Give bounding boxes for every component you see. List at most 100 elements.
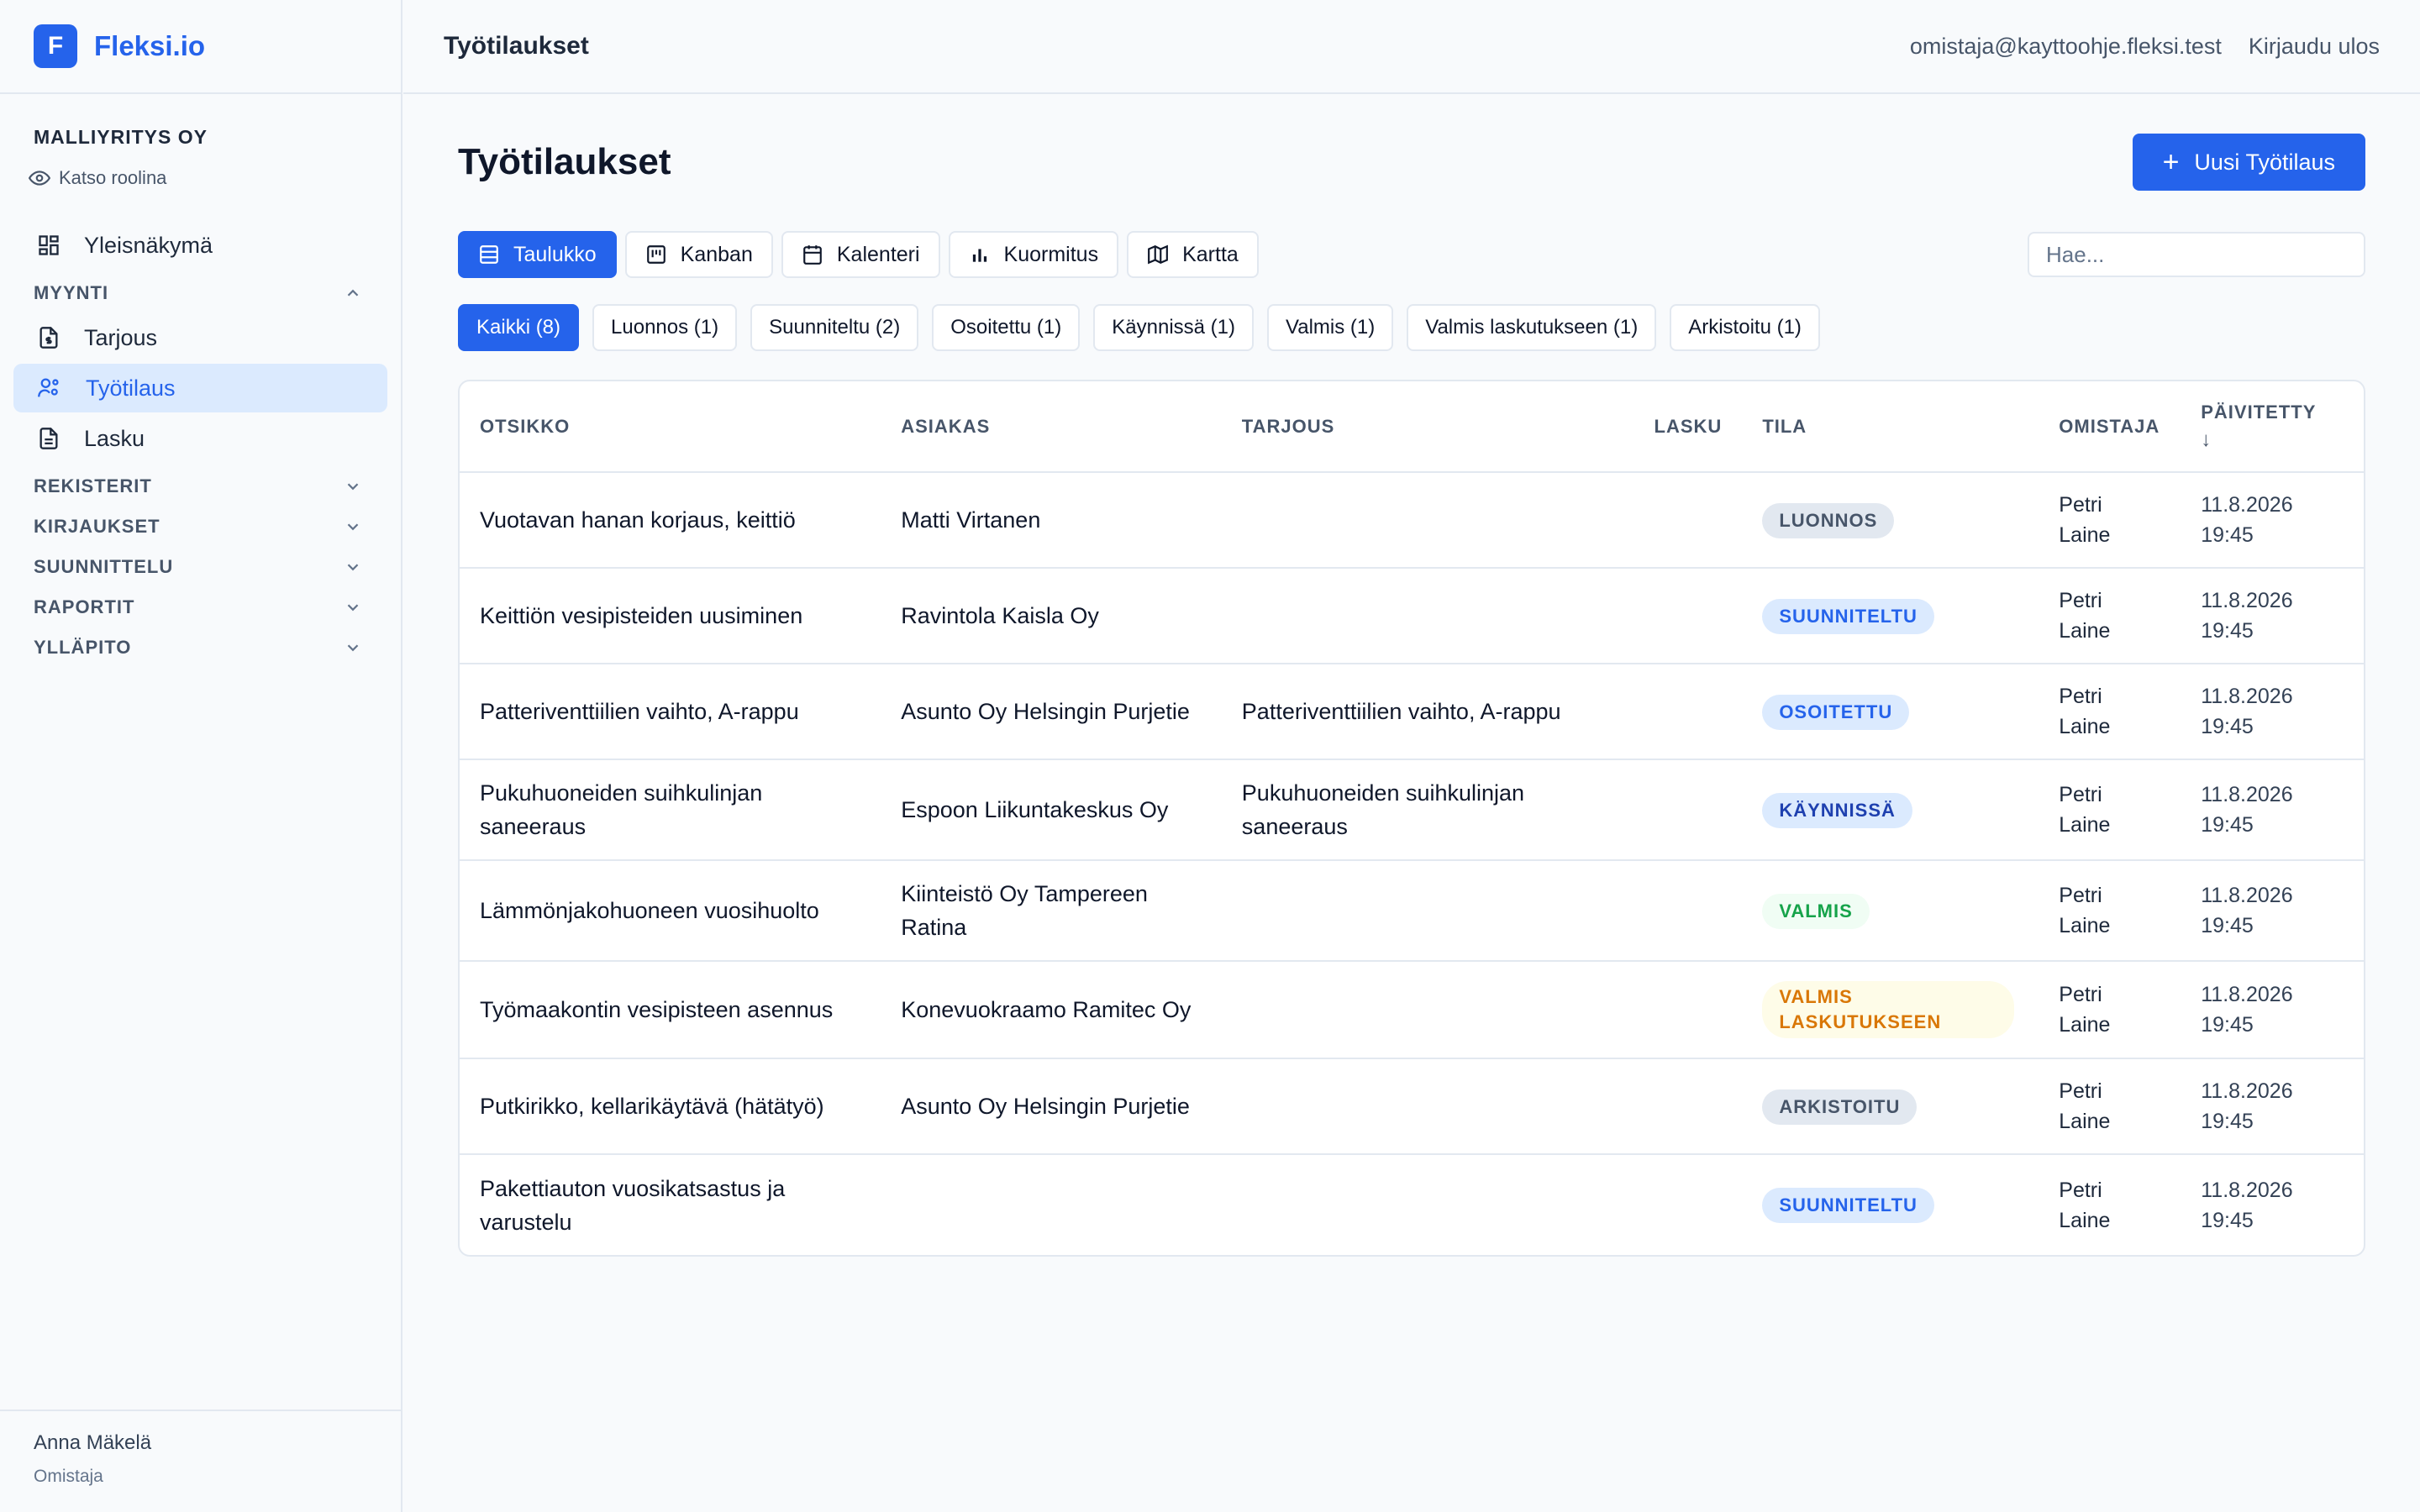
nav-section-raportit[interactable]: RAPORTIT <box>13 587 387 627</box>
column-header-owner[interactable]: OMISTAJA <box>2039 381 2181 473</box>
view-workload-button[interactable]: Kuormitus <box>948 231 1119 278</box>
sidebar-item-tyotilaus[interactable]: Työtilaus <box>13 364 387 412</box>
column-header-status[interactable]: TILA <box>1742 381 2039 473</box>
nav-section-label: YLLÄPITO <box>34 637 132 658</box>
cell-status: ARKISTOITU <box>1742 1058 2039 1155</box>
nav-section-myynti[interactable]: MYYNTI <box>13 273 387 313</box>
brand-logo: F <box>34 24 77 68</box>
cell-updated: 11.8.2026 19:45 <box>2181 664 2364 760</box>
cell-invoice <box>1634 860 1743 962</box>
nav-section-label: RAPORTIT <box>34 596 135 617</box>
cell-offer[interactable] <box>1221 568 1634 664</box>
cell-owner: Petri Laine <box>2039 961 2181 1059</box>
logout-link[interactable]: Kirjaudu ulos <box>2249 34 2380 60</box>
sidebar-item-label: Tarjous <box>84 324 158 350</box>
status-filters: Kaikki (8) Luonnos (1) Suunniteltu (2) O… <box>458 304 2365 351</box>
status-badge: VALMIS <box>1762 893 1870 929</box>
table-row[interactable]: Patteriventtiilien vaihto, A-rappu Asunto… <box>460 664 2364 760</box>
filter-arkistoitu[interactable]: Arkistoitu (1) <box>1670 304 1820 351</box>
cell-offer[interactable]: Pukuhuoneiden suihkulinjan saneeraus <box>1221 759 1634 861</box>
cell-offer[interactable] <box>1221 860 1634 962</box>
sidebar-item-tarjous[interactable]: Tarjous <box>13 313 387 362</box>
cell-updated: 11.8.2026 19:45 <box>2201 1178 2293 1232</box>
search-input[interactable] <box>2028 232 2365 277</box>
cell-offer[interactable] <box>1221 1058 1634 1155</box>
map-icon <box>1148 244 1169 265</box>
cell-invoice <box>1634 568 1743 664</box>
user-profile[interactable]: Anna Mäkelä Omistaja <box>0 1410 401 1512</box>
cell-updated: 11.8.2026 19:45 <box>2181 759 2364 861</box>
cell-invoice <box>1634 759 1743 861</box>
view-calendar-button[interactable]: Kalenteri <box>781 231 940 278</box>
table-row[interactable]: Pakettiauton vuosikatsastus ja varustelu… <box>460 1154 2364 1255</box>
filter-kaynnissa[interactable]: Käynnissä (1) <box>1093 304 1254 351</box>
cell-customer: Asunto Oy Helsingin Purjetie <box>881 664 1222 760</box>
cell-offer[interactable] <box>1221 961 1634 1059</box>
sidebar-item-label: Yleisnäkymä <box>84 232 213 258</box>
status-badge: SUUNNITELTU <box>1762 598 1934 634</box>
view-kanban-button[interactable]: Kanban <box>624 231 773 278</box>
table-row[interactable]: Pukuhuoneiden suihkulinjan saneeraus Espo… <box>460 759 2364 861</box>
nav-section-rekisterit[interactable]: REKISTERIT <box>13 466 387 507</box>
nav-section-label: MYYNTI <box>34 282 109 303</box>
cell-owner: Petri Laine <box>2039 472 2181 569</box>
column-header-updated[interactable]: PÄIVITETTY ↓ <box>2181 381 2364 473</box>
company-block: MALLIYRITYS OY Katso roolina <box>0 94 401 189</box>
nav-section-suunnittelu[interactable]: SUUNNITTELU <box>13 547 387 587</box>
cell-offer[interactable]: Patteriventtiilien vaihto, A-rappu <box>1221 664 1634 760</box>
topbar: Työtilaukset omistaja@kayttoohje.fleksi.… <box>403 0 2420 94</box>
cell-customer <box>881 1154 1222 1255</box>
cell-title: Putkirikko, kellarikäytävä (hätätyö) <box>460 1058 881 1155</box>
cell-title: Patteriventtiilien vaihto, A-rappu <box>460 664 881 760</box>
cell-title: Vuotavan hanan korjaus, keittiö <box>460 472 881 569</box>
cell-updated: 11.8.2026 19:45 <box>2181 472 2364 569</box>
cell-updated: 11.8.2026 19:45 <box>2181 568 2364 664</box>
chevron-down-icon <box>347 523 359 531</box>
filter-osoitettu[interactable]: Osoitettu (1) <box>932 304 1081 351</box>
cell-offer[interactable] <box>1221 472 1634 569</box>
cell-customer: Kiinteistö Oy Tampereen Ratina <box>881 860 1222 962</box>
filter-suunniteltu[interactable]: Suunniteltu (2) <box>750 304 919 351</box>
table-row[interactable]: Keittiön vesipisteiden uusiminen Ravintol… <box>460 568 2364 664</box>
user-cog-icon <box>38 378 59 397</box>
cell-status: LUONNOS <box>1742 472 2039 569</box>
cell-title: Pukuhuoneiden suihkulinjan saneeraus <box>460 759 881 861</box>
cell-owner: Petri Laine <box>2039 664 2181 760</box>
table-row[interactable]: Lämmönjakohuoneen vuosihuolto Kiinteistö … <box>460 860 2364 962</box>
bar-chart-icon <box>972 249 986 262</box>
cell-owner: Petri Laine <box>2039 759 2181 861</box>
user-name: Anna Mäkelä <box>34 1431 152 1454</box>
table-icon <box>480 245 498 264</box>
new-work-order-button[interactable]: + Uusi Työtilaus <box>2132 134 2365 191</box>
column-header-customer[interactable]: ASIAKAS <box>881 381 1222 473</box>
column-header-title[interactable]: OTSIKKO <box>460 381 881 473</box>
column-header-invoice[interactable]: LASKU <box>1634 381 1743 473</box>
table-row[interactable]: Putkirikko, kellarikäytävä (hätätyö) Asun… <box>460 1058 2364 1155</box>
filter-luonnos[interactable]: Luonnos (1) <box>592 304 738 351</box>
new-work-order-label: Uusi Työtilaus <box>2194 149 2335 175</box>
sidebar-item-label: Työtilaus <box>86 375 176 401</box>
table-row[interactable]: Työmaakontin vesipisteen asennus Konevuok… <box>460 961 2364 1059</box>
sidebar-item-lasku[interactable]: Lasku <box>13 414 387 463</box>
brand[interactable]: F Fleksi.io <box>0 0 401 94</box>
chevron-down-icon <box>347 564 359 571</box>
sidebar-item-overview[interactable]: Yleisnäkymä <box>13 221 387 270</box>
nav-section-kirjaukset[interactable]: KIRJAUKSET <box>13 507 387 547</box>
cell-invoice <box>1634 664 1743 760</box>
view-role-label: Katso roolina <box>59 167 167 188</box>
view-label: Kartta <box>1182 242 1239 266</box>
table-row[interactable]: Vuotavan hanan korjaus, keittiö Matti Vir… <box>460 472 2364 569</box>
view-table-button[interactable]: Taulukko <box>458 231 617 278</box>
page-title: Työtilaukset <box>458 141 671 182</box>
sidebar: F Fleksi.io MALLIYRITYS OY Katso roolina… <box>0 0 402 1512</box>
filter-valmis-laskutukseen[interactable]: Valmis laskutukseen (1) <box>1407 304 1657 351</box>
filter-valmis[interactable]: Valmis (1) <box>1267 304 1394 351</box>
view-map-button[interactable]: Kartta <box>1127 231 1259 278</box>
dashboard-icon <box>39 235 59 255</box>
view-role-button[interactable]: Katso roolina <box>29 167 367 189</box>
filter-all[interactable]: Kaikki (8) <box>458 304 580 351</box>
cell-offer[interactable] <box>1222 1154 1634 1255</box>
column-header-offer[interactable]: TARJOUS <box>1221 381 1634 473</box>
nav-section-yllapito[interactable]: YLLÄPITO <box>13 627 387 668</box>
cell-status: OSOITETTU <box>1742 664 2039 760</box>
